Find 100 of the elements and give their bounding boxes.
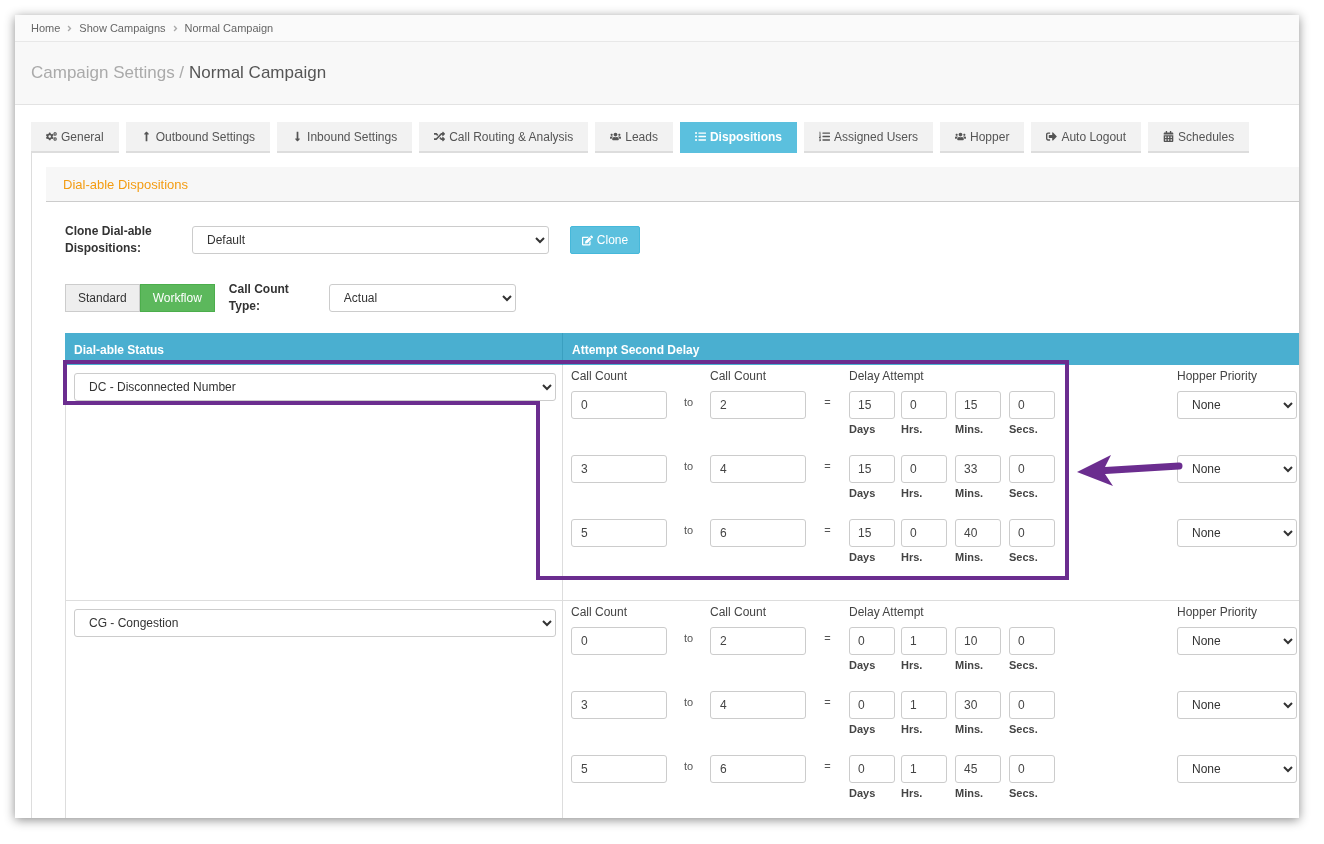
column-label: Delay Attempt <box>849 369 925 383</box>
equals-sign: = <box>824 460 831 472</box>
to-label: to <box>683 460 694 472</box>
column-header: Dial-able Status <box>65 333 563 365</box>
equals-sign: = <box>824 760 831 772</box>
delay-field[interactable]: 40 <box>955 519 1001 547</box>
unit-label: Secs. <box>1009 659 1039 671</box>
delay-field[interactable]: 0 <box>849 755 895 783</box>
call-count-field[interactable]: 6 <box>710 519 806 547</box>
unit-label: Secs. <box>1009 551 1039 563</box>
call-count-field[interactable]: 4 <box>710 691 806 719</box>
delay-field[interactable]: 1 <box>901 755 947 783</box>
column-label: Call Count <box>571 605 629 619</box>
tab[interactable]: Leads <box>595 122 673 153</box>
delay-field[interactable]: 0 <box>849 691 895 719</box>
breadcrumb-link[interactable]: Show Campaigns <box>79 22 166 34</box>
delay-field[interactable]: 0 <box>1009 691 1055 719</box>
unit-label: Mins. <box>955 787 985 799</box>
column-header: Attempt Second Delay <box>571 342 701 359</box>
delay-field[interactable]: 15 <box>955 391 1001 419</box>
delay-field[interactable]: 15 <box>849 391 895 419</box>
hopper-priority-select[interactable]: None <box>1177 391 1297 419</box>
unit-label: Mins. <box>955 487 985 499</box>
users-icon <box>610 131 622 142</box>
call-count-type-select[interactable]: Actual <box>328 284 516 312</box>
page-title: Normal Campaign <box>189 63 327 83</box>
edit-icon <box>581 234 593 246</box>
call-count-field[interactable]: 3 <box>571 691 667 719</box>
delay-field[interactable]: 15 <box>849 519 895 547</box>
tab[interactable]: Schedules <box>1148 122 1250 153</box>
delay-field[interactable]: 0 <box>1009 391 1055 419</box>
delay-field[interactable]: 30 <box>955 691 1001 719</box>
delay-field[interactable]: 45 <box>955 755 1001 783</box>
mode-toggle[interactable]: Standard <box>65 284 140 312</box>
call-count-type-label: Call Count Type: <box>228 281 290 315</box>
call-count-field[interactable]: 0 <box>571 391 667 419</box>
to-label: to <box>683 524 694 536</box>
status-select[interactable]: DC - Disconnected Number <box>74 373 556 401</box>
equals-sign: = <box>824 524 831 536</box>
unit-label: Hrs. <box>901 659 924 671</box>
list-icon <box>694 131 706 142</box>
tab[interactable]: Assigned Users <box>803 122 933 153</box>
delay-field[interactable]: 0 <box>1009 755 1055 783</box>
delay-field[interactable]: 15 <box>849 455 895 483</box>
users-icon <box>955 131 966 142</box>
unit-label: Secs. <box>1009 487 1039 499</box>
unit-label: Days <box>849 787 877 799</box>
delay-field[interactable]: 0 <box>901 455 947 483</box>
unit-label: Secs. <box>1009 723 1039 735</box>
delay-field[interactable]: 0 <box>901 391 947 419</box>
unit-label: Secs. <box>1009 423 1039 435</box>
unit-label: Hrs. <box>901 487 924 499</box>
unit-label: Days <box>849 423 877 435</box>
delay-field[interactable]: 1 <box>901 691 947 719</box>
unit-label: Secs. <box>1009 787 1039 799</box>
call-count-field[interactable]: 5 <box>571 755 667 783</box>
unit-label: Hrs. <box>901 787 924 799</box>
to-label: to <box>683 760 694 772</box>
call-count-field[interactable]: 4 <box>710 455 806 483</box>
unit-label: Days <box>849 551 877 563</box>
delay-field[interactable]: 0 <box>901 519 947 547</box>
unit-label: Hrs. <box>901 723 924 735</box>
call-count-field[interactable]: 2 <box>710 391 806 419</box>
call-count-field[interactable]: 6 <box>710 755 806 783</box>
delay-field[interactable]: 0 <box>1009 627 1055 655</box>
hopper-priority-select[interactable]: None <box>1177 455 1297 483</box>
tab[interactable]: Auto Logout <box>1031 122 1142 153</box>
to-label: to <box>683 396 694 408</box>
tab[interactable]: Call Routing & Analysis <box>419 122 589 153</box>
sign-out-icon <box>1046 131 1058 142</box>
tab[interactable]: Outbound Settings <box>125 122 271 153</box>
call-count-field[interactable]: 0 <box>571 627 667 655</box>
clone-label: Clone Dial-able Dispositions: <box>65 223 153 257</box>
delay-field[interactable]: 33 <box>955 455 1001 483</box>
clone-select[interactable]: Default <box>192 226 549 254</box>
to-label: to <box>683 632 694 644</box>
hopper-priority-select[interactable]: None <box>1177 519 1297 547</box>
call-count-field[interactable]: 5 <box>571 519 667 547</box>
call-count-field[interactable]: 3 <box>571 455 667 483</box>
to-label: to <box>683 696 694 708</box>
tab[interactable]: Inbound Settings <box>277 122 413 153</box>
calendar-icon <box>1163 131 1175 142</box>
hopper-priority-select[interactable]: None <box>1177 691 1297 719</box>
delay-field[interactable]: 0 <box>1009 519 1055 547</box>
unit-label: Days <box>849 487 877 499</box>
delay-field[interactable]: 0 <box>849 627 895 655</box>
tab[interactable]: Hopper <box>940 122 1025 153</box>
breadcrumb-link[interactable]: Home <box>31 22 61 34</box>
tab[interactable]: General <box>31 122 119 153</box>
delay-field[interactable]: 1 <box>901 627 947 655</box>
unit-label: Hrs. <box>901 423 924 435</box>
equals-sign: = <box>824 632 831 644</box>
delay-field[interactable]: 10 <box>955 627 1001 655</box>
delay-field[interactable]: 0 <box>1009 455 1055 483</box>
call-count-field[interactable]: 2 <box>710 627 806 655</box>
hopper-priority-select[interactable]: None <box>1177 755 1297 783</box>
column-label: Hopper Priority <box>1177 605 1259 619</box>
hopper-priority-select[interactable]: None <box>1177 627 1297 655</box>
status-select[interactable]: CG - Congestion <box>74 609 556 637</box>
unit-label: Mins. <box>955 723 985 735</box>
